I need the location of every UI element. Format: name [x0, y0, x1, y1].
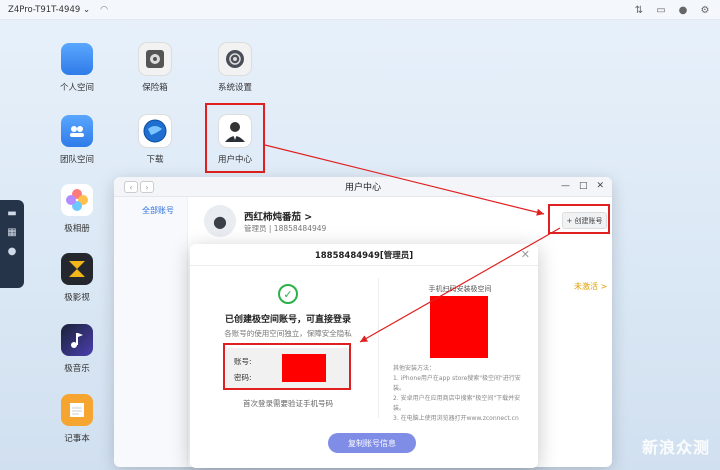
- watermark: 新浪众测: [641, 438, 710, 457]
- arrow-to-credentials: [359, 227, 561, 343]
- arrow-to-create-button: [264, 144, 545, 216]
- annotation-arrows: [264, 144, 561, 343]
